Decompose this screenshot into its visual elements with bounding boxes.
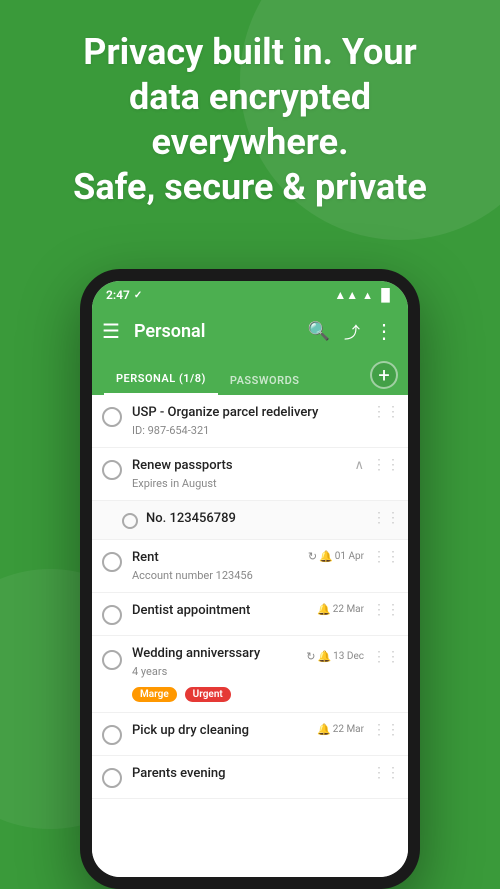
item-tags: Marge Urgent <box>132 682 300 702</box>
item-right: 🔔 22 Mar ⋮⋮ <box>317 603 400 617</box>
item-subtitle: Expires in August <box>132 477 348 490</box>
tab-bar: PERSONAL (1/8) PASSWORDS + <box>92 355 408 395</box>
item-checkbox[interactable] <box>102 552 122 572</box>
item-title: No. 123456789 <box>146 511 362 528</box>
time-display: 2:47 <box>106 288 130 302</box>
tag-marge: Marge <box>132 687 177 702</box>
item-title: Wedding anniverssary <box>132 646 300 663</box>
item-content: Parents evening <box>132 766 362 783</box>
item-title: Pick up dry cleaning <box>132 723 311 740</box>
drag-handle-icon: ⋮⋮ <box>372 405 400 419</box>
item-title: Dentist appointment <box>132 603 311 620</box>
drag-handle-icon: ⋮⋮ <box>372 766 400 780</box>
status-icons: ▲▲ ▲ ▐▌ <box>334 288 394 302</box>
alarm-icon: 🔔 <box>317 650 331 663</box>
status-bar: 2:47 ✓ ▲▲ ▲ ▐▌ <box>92 281 408 307</box>
list-item: USP - Organize parcel redelivery ID: 987… <box>92 395 408 448</box>
item-right: ⋮⋮ <box>368 405 400 419</box>
phone-outer: 2:47 ✓ ▲▲ ▲ ▐▌ ☰ Personal 🔍 ⤴ ⋮ <box>80 269 420 889</box>
item-right: 🔔 22 Mar ⋮⋮ <box>317 723 400 737</box>
add-tab-button[interactable]: + <box>370 361 398 389</box>
item-right: ↻ 🔔 01 Apr ⋮⋮ <box>308 550 400 564</box>
sub-item-checkbox[interactable] <box>122 513 138 529</box>
share-icon[interactable]: ⤴ <box>340 315 364 347</box>
tab-passwords[interactable]: PASSWORDS <box>218 366 312 395</box>
tag-urgent: Urgent <box>185 687 231 702</box>
item-date: 🔔 22 Mar <box>317 723 364 736</box>
phone-mockup: 2:47 ✓ ▲▲ ▲ ▐▌ ☰ Personal 🔍 ⤴ ⋮ <box>80 269 420 889</box>
more-icon[interactable]: ⋮ <box>370 315 398 347</box>
list-item: Rent Account number 123456 ↻ 🔔 01 Apr ⋮⋮ <box>92 540 408 593</box>
item-content: USP - Organize parcel redelivery ID: 987… <box>132 405 362 437</box>
list-item: Pick up dry cleaning 🔔 22 Mar ⋮⋮ <box>92 713 408 756</box>
item-subtitle: Account number 123456 <box>132 569 302 582</box>
item-content: Renew passports Expires in August <box>132 458 348 490</box>
signal-icon: ▲▲ <box>334 288 358 302</box>
list-item: Dentist appointment 🔔 22 Mar ⋮⋮ <box>92 593 408 636</box>
item-title: Parents evening <box>132 766 362 783</box>
list-item: Renew passports Expires in August ∧ ⋮⋮ <box>92 448 408 501</box>
task-list: USP - Organize parcel redelivery ID: 987… <box>92 395 408 877</box>
alarm-icon: 🔔 <box>317 603 331 616</box>
item-checkbox[interactable] <box>102 768 122 788</box>
battery-icon: ▐▌ <box>377 288 394 302</box>
item-checkbox[interactable] <box>102 407 122 427</box>
item-checkbox[interactable] <box>102 725 122 745</box>
tab-personal[interactable]: PERSONAL (1/8) <box>104 364 218 395</box>
wifi-icon: ▲ <box>362 289 373 302</box>
item-title: Renew passports <box>132 458 348 475</box>
repeat-icon: ↻ <box>308 550 317 563</box>
drag-handle-icon: ⋮⋮ <box>372 550 400 564</box>
item-content: No. 123456789 <box>146 511 362 528</box>
drag-handle-icon: ⋮⋮ <box>372 723 400 737</box>
item-content: Pick up dry cleaning <box>132 723 311 740</box>
item-checkbox[interactable] <box>102 650 122 670</box>
drag-handle-icon: ⋮⋮ <box>372 511 400 525</box>
item-right: ↻ 🔔 13 Dec ⋮⋮ <box>306 650 400 664</box>
repeat-icon: ↻ <box>306 650 315 663</box>
item-right: ⋮⋮ <box>368 511 400 525</box>
drag-handle-icon: ⋮⋮ <box>372 650 400 664</box>
item-title: USP - Organize parcel redelivery <box>132 405 362 422</box>
toolbar-title: Personal <box>134 321 304 342</box>
drag-handle-icon: ⋮⋮ <box>372 603 400 617</box>
item-date: ↻ 🔔 13 Dec <box>306 650 364 663</box>
collapse-icon[interactable]: ∧ <box>354 458 364 473</box>
item-subtitle: 4 years <box>132 665 300 678</box>
toolbar-actions: 🔍 ⤴ ⋮ <box>304 315 398 347</box>
hero-title: Privacy built in. Yourdata encryptedever… <box>20 30 480 210</box>
drag-handle-icon: ⋮⋮ <box>372 458 400 472</box>
item-content: Wedding anniverssary 4 years Marge Urgen… <box>132 646 300 702</box>
menu-icon[interactable]: ☰ <box>102 319 120 343</box>
item-date: ↻ 🔔 01 Apr <box>308 550 364 563</box>
item-content: Rent Account number 123456 <box>132 550 302 582</box>
list-sub-item: No. 123456789 ⋮⋮ <box>92 501 408 540</box>
status-time: 2:47 ✓ <box>106 288 142 302</box>
item-right: ∧ ⋮⋮ <box>354 458 400 473</box>
app-toolbar: ☰ Personal 🔍 ⤴ ⋮ <box>92 307 408 355</box>
item-checkbox[interactable] <box>102 605 122 625</box>
item-title: Rent <box>132 550 302 567</box>
list-item: Wedding anniverssary 4 years Marge Urgen… <box>92 636 408 713</box>
phone-screen: 2:47 ✓ ▲▲ ▲ ▐▌ ☰ Personal 🔍 ⤴ ⋮ <box>92 281 408 877</box>
item-date: 🔔 22 Mar <box>317 603 364 616</box>
hero-section: Privacy built in. Yourdata encryptedever… <box>0 30 500 210</box>
alarm-icon: 🔔 <box>319 550 333 563</box>
item-subtitle: ID: 987-654-321 <box>132 424 362 437</box>
item-checkbox[interactable] <box>102 460 122 480</box>
check-icon: ✓ <box>134 290 142 301</box>
search-icon[interactable]: 🔍 <box>304 317 334 346</box>
list-item: Parents evening ⋮⋮ <box>92 756 408 799</box>
item-right: ⋮⋮ <box>368 766 400 780</box>
item-content: Dentist appointment <box>132 603 311 620</box>
alarm-icon: 🔔 <box>317 723 331 736</box>
